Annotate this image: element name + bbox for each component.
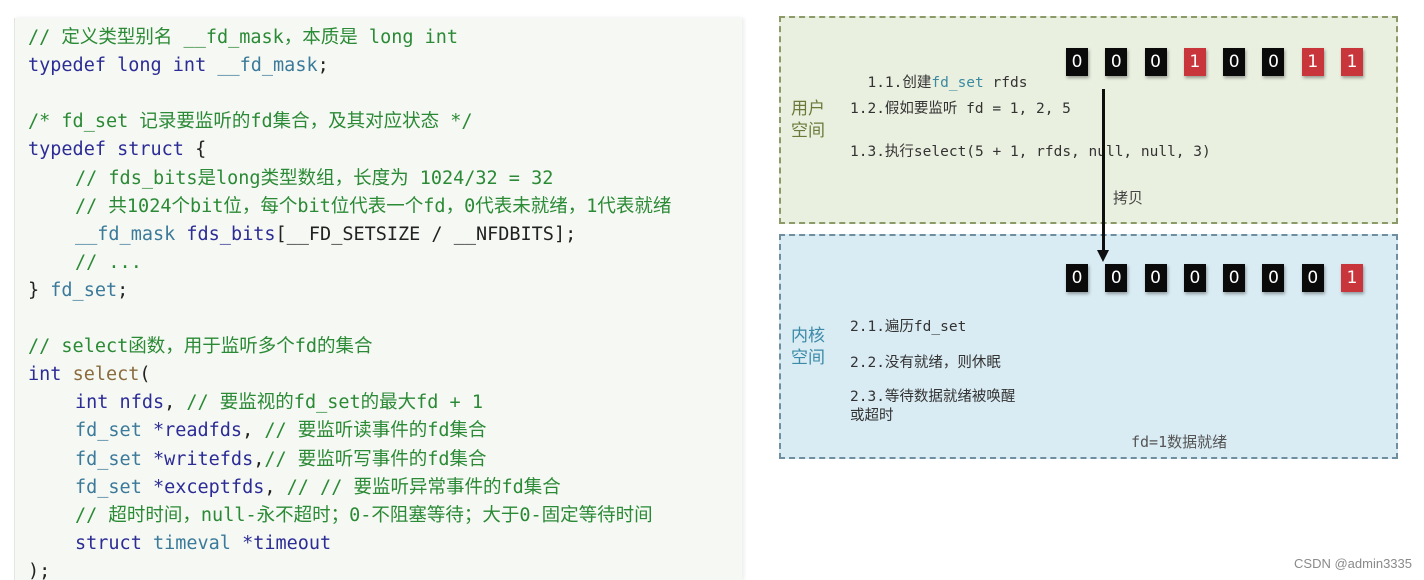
code-token: timeval	[152, 532, 243, 554]
kernel-bit-array: 00000001	[1066, 264, 1380, 292]
code-token: typedef long int	[28, 55, 218, 77]
kernel-step-1: 2.1.遍历fd_set	[850, 319, 967, 335]
code-line: struct timeval *timeout	[28, 530, 331, 558]
code-token: (	[139, 364, 151, 386]
code-line: // 共1024个bit位，每个bit位代表一个fd，0代表未就绪，1代表就绪	[28, 193, 671, 221]
code-token: fd_set	[75, 420, 153, 442]
copy-label: 拷贝	[1113, 189, 1144, 207]
code-line: int select(	[28, 361, 151, 389]
user-bit: 0	[1144, 48, 1167, 76]
user-step-1-highlight: fd_set	[931, 75, 984, 91]
code-token: fd_set	[75, 476, 153, 498]
user-bit: 1	[1183, 48, 1206, 76]
code-line: // 定义类型别名 __fd_mask，本质是 long int	[28, 24, 458, 52]
user-bit: 0	[1066, 48, 1088, 76]
code-line: typedef long int __fd_mask;	[28, 52, 329, 80]
code-token: fds_bits	[186, 223, 276, 245]
code-token: // ...	[75, 251, 142, 273]
user-step-1: 1.1.创建fd_set rfds	[850, 55, 1027, 92]
code-line: // 超时时间，null-永不超时；0-不阻塞等待；大于0-固定等待时间	[28, 502, 653, 530]
user-step-1-suffix: rfds	[983, 75, 1028, 91]
kernel-space-label: 内核空间	[791, 326, 825, 368]
code-token: {	[195, 139, 207, 161]
kernel-step-2: 2.2.没有就绪，则休眠	[850, 355, 1001, 371]
code-token: ,	[164, 392, 187, 414]
user-bit: 0	[1262, 48, 1285, 76]
code-token: // 共1024个bit位，每个bit位代表一个fd，0代表未就绪，1代表就绪	[75, 195, 672, 217]
user-bit-array: 00010011	[1066, 48, 1380, 76]
kernel-bit: 1	[1341, 264, 1364, 292]
copy-arrow-head-icon	[1097, 250, 1109, 262]
code-token: );	[28, 560, 51, 580]
user-bit: 1	[1301, 48, 1324, 76]
kernel-bit: 0	[1301, 264, 1324, 292]
code-token: __fd_mask	[217, 55, 318, 77]
code-token: }	[28, 279, 51, 301]
code-line: fd_set *readfds, // 要监听读事件的fd集合	[28, 417, 487, 445]
code-token: // select函数，用于监听多个fd的集合	[28, 336, 373, 358]
code-token: *readfds	[152, 420, 243, 442]
user-bit: 0	[1105, 48, 1128, 76]
code-token: *writefds	[152, 448, 254, 470]
code-token: // 要监听写事件的fd集合	[264, 448, 487, 470]
code-token: fd_set	[75, 448, 153, 470]
code-token: // fds_bits是long类型数组，长度为 1024/32 = 32	[75, 167, 554, 189]
code-line: int nfds, // 要监视的fd_set的最大fd + 1	[28, 389, 483, 417]
code-token: // 要监听读事件的fd集合	[264, 420, 487, 442]
kernel-bit: 0	[1066, 264, 1088, 292]
code-token: [__FD_SETSIZE / __NFDBITS];	[275, 223, 577, 245]
kernel-bit: 0	[1105, 264, 1128, 292]
kernel-step-3: 2.3.等待数据就绪被唤醒 或超时	[850, 389, 1016, 424]
code-token: fd_set	[50, 279, 118, 301]
code-token: int	[28, 364, 73, 386]
kernel-bit: 0	[1262, 264, 1285, 292]
code-token: *exceptfds	[152, 476, 265, 498]
code-line: );	[28, 558, 50, 580]
code-token: ,	[253, 448, 265, 470]
user-bit: 0	[1223, 48, 1246, 76]
code-token: select	[72, 364, 140, 386]
code-token: // // 要监听异常事件的fd集合	[286, 476, 561, 498]
code-line: // fds_bits是long类型数组，长度为 1024/32 = 32	[28, 165, 553, 193]
code-token: ;	[117, 279, 129, 301]
fd-ready-label: fd=1数据就绪	[1131, 433, 1228, 451]
code-token: __fd_mask	[75, 223, 187, 245]
code-token: typedef struct	[28, 139, 196, 161]
code-token: // 要监视的fd_set的最大fd + 1	[186, 392, 483, 414]
code-token: *timeout	[242, 532, 332, 554]
code-token: int nfds	[75, 392, 165, 414]
kernel-bit: 0	[1144, 264, 1167, 292]
code-token: ;	[317, 55, 329, 77]
code-line: } fd_set;	[28, 277, 128, 305]
code-token: // 定义类型别名 __fd_mask，本质是 long int	[28, 27, 459, 48]
copy-arrow-line	[1102, 89, 1105, 252]
user-step-1-prefix: 1.1.创建	[867, 75, 932, 91]
code-panel: // 定义类型别名 __fd_mask，本质是 long int typedef …	[14, 18, 742, 580]
kernel-bit: 0	[1223, 264, 1246, 292]
code-line: typedef struct {	[28, 136, 206, 164]
code-token: /* fd_set 记录要监听的fd集合，及其对应状态 */	[28, 111, 473, 133]
code-line: /* fd_set 记录要监听的fd集合，及其对应状态 */	[28, 108, 473, 136]
code-line: __fd_mask fds_bits[__FD_SETSIZE / __NFDB…	[28, 221, 576, 249]
code-line: // ...	[28, 249, 142, 277]
code-token: ,	[242, 420, 265, 442]
user-step-2: 1.2.假如要监听 fd = 1, 2, 5	[850, 101, 1071, 117]
user-bit: 1	[1341, 48, 1364, 76]
code-token: // 超时时间，null-永不超时；0-不阻塞等待；大于0-固定等待时间	[75, 504, 653, 526]
code-line: fd_set *exceptfds, // // 要监听异常事件的fd集合	[28, 474, 561, 502]
code-token: ,	[264, 476, 287, 498]
code-line: fd_set *writefds,// 要监听写事件的fd集合	[28, 446, 487, 474]
watermark: CSDN @admin3335	[1294, 556, 1412, 571]
user-step-3: 1.3.执行select(5 + 1, rfds, null, null, 3)	[850, 144, 1211, 160]
kernel-bit: 0	[1183, 264, 1206, 292]
code-token: struct	[75, 532, 153, 554]
user-space-label: 用户空间	[791, 99, 825, 141]
code-line: // select函数，用于监听多个fd的集合	[28, 333, 373, 361]
